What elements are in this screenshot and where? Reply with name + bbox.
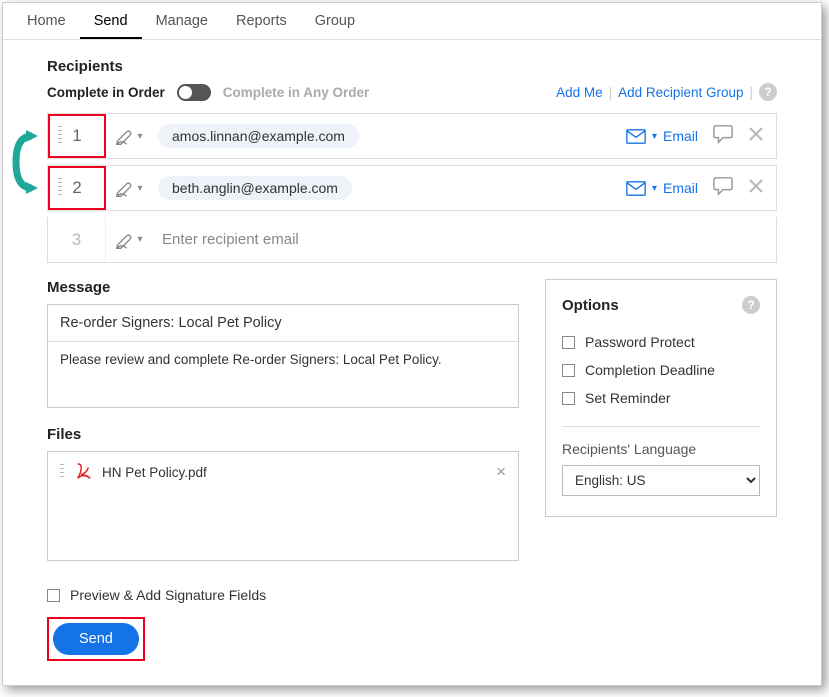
- checkbox-icon: [47, 589, 60, 602]
- recipient-order-number[interactable]: 2: [48, 166, 106, 210]
- speech-bubble-icon: [712, 124, 734, 144]
- envelope-icon: [626, 181, 646, 196]
- close-icon: [748, 126, 764, 142]
- checkbox-icon: [562, 364, 575, 377]
- drag-grip-icon[interactable]: [60, 464, 64, 480]
- chevron-down-icon: ▾: [137, 183, 142, 194]
- order-mode-label: Complete in Order: [47, 85, 165, 100]
- options-heading: Options: [562, 297, 619, 314]
- language-label: Recipients' Language: [562, 441, 760, 457]
- recipient-email-input[interactable]: [152, 231, 776, 248]
- link-separator: |: [609, 85, 613, 100]
- message-subject-input[interactable]: [48, 305, 518, 342]
- files-dropzone[interactable]: HN Pet Policy.pdf ×: [47, 451, 519, 561]
- help-icon[interactable]: ?: [742, 296, 760, 314]
- tab-manage[interactable]: Manage: [142, 3, 222, 39]
- chevron-down-icon: ▾: [137, 234, 142, 245]
- completion-deadline-option[interactable]: Completion Deadline: [562, 356, 760, 384]
- envelope-icon: [626, 129, 646, 144]
- drag-grip-icon[interactable]: [58, 126, 62, 146]
- pdf-icon: [74, 462, 92, 482]
- close-icon: [748, 178, 764, 194]
- chevron-down-icon: ▾: [652, 131, 657, 142]
- recipient-order-number: 3: [48, 217, 106, 262]
- remove-recipient-button[interactable]: [748, 126, 764, 147]
- file-row: HN Pet Policy.pdf ×: [48, 452, 518, 492]
- files-heading: Files: [47, 426, 519, 443]
- message-heading: Message: [47, 279, 519, 296]
- recipient-role-picker[interactable]: ▾: [106, 231, 152, 249]
- remove-recipient-button[interactable]: [748, 178, 764, 199]
- order-toggle[interactable]: [177, 84, 211, 101]
- link-separator: |: [749, 85, 753, 100]
- pen-icon: [115, 179, 135, 197]
- recipient-row: 2 ▾ beth.anglin@example.com ▾ Email: [47, 165, 777, 211]
- tab-group[interactable]: Group: [301, 3, 369, 39]
- chevron-down-icon: ▾: [137, 131, 142, 142]
- file-name: HN Pet Policy.pdf: [102, 465, 486, 480]
- add-recipient-group-link[interactable]: Add Recipient Group: [618, 85, 743, 100]
- password-protect-option[interactable]: Password Protect: [562, 328, 760, 356]
- delivery-method-picker[interactable]: ▾ Email: [626, 180, 698, 196]
- send-button-highlight: Send: [47, 617, 145, 661]
- message-box: [47, 304, 519, 408]
- pen-icon: [115, 231, 135, 249]
- options-panel: Options ? Password Protect Completion De…: [545, 279, 777, 517]
- drag-grip-icon[interactable]: [58, 178, 62, 198]
- tab-send[interactable]: Send: [80, 3, 142, 39]
- speech-bubble-icon: [712, 176, 734, 196]
- tab-home[interactable]: Home: [13, 3, 80, 39]
- help-icon[interactable]: ?: [759, 83, 777, 101]
- chevron-down-icon: ▾: [652, 183, 657, 194]
- private-message-icon[interactable]: [712, 176, 734, 201]
- add-me-link[interactable]: Add Me: [556, 85, 603, 100]
- recipient-row: 1 ▾ amos.linnan@example.com ▾ Email: [47, 113, 777, 159]
- message-body-input[interactable]: [48, 342, 518, 402]
- recipient-role-picker[interactable]: ▾: [106, 127, 152, 145]
- checkbox-icon: [562, 392, 575, 405]
- set-reminder-option[interactable]: Set Reminder: [562, 384, 760, 412]
- recipient-email-chip[interactable]: amos.linnan@example.com: [158, 124, 359, 148]
- recipient-row-empty: 3 ▾: [47, 217, 777, 263]
- preview-checkbox-row[interactable]: Preview & Add Signature Fields: [47, 587, 777, 603]
- remove-file-button[interactable]: ×: [496, 462, 506, 482]
- send-button[interactable]: Send: [53, 623, 139, 655]
- private-message-icon[interactable]: [712, 124, 734, 149]
- alt-order-label: Complete in Any Order: [223, 85, 370, 100]
- language-select[interactable]: English: US: [562, 465, 760, 496]
- pen-icon: [115, 127, 135, 145]
- checkbox-icon: [562, 336, 575, 349]
- delivery-method-picker[interactable]: ▾ Email: [626, 128, 698, 144]
- recipient-email-chip[interactable]: beth.anglin@example.com: [158, 176, 352, 200]
- recipient-role-picker[interactable]: ▾: [106, 179, 152, 197]
- recipients-heading: Recipients: [47, 58, 777, 75]
- recipient-order-number[interactable]: 1: [48, 114, 106, 158]
- tab-reports[interactable]: Reports: [222, 3, 301, 39]
- top-navigation: Home Send Manage Reports Group: [3, 3, 821, 40]
